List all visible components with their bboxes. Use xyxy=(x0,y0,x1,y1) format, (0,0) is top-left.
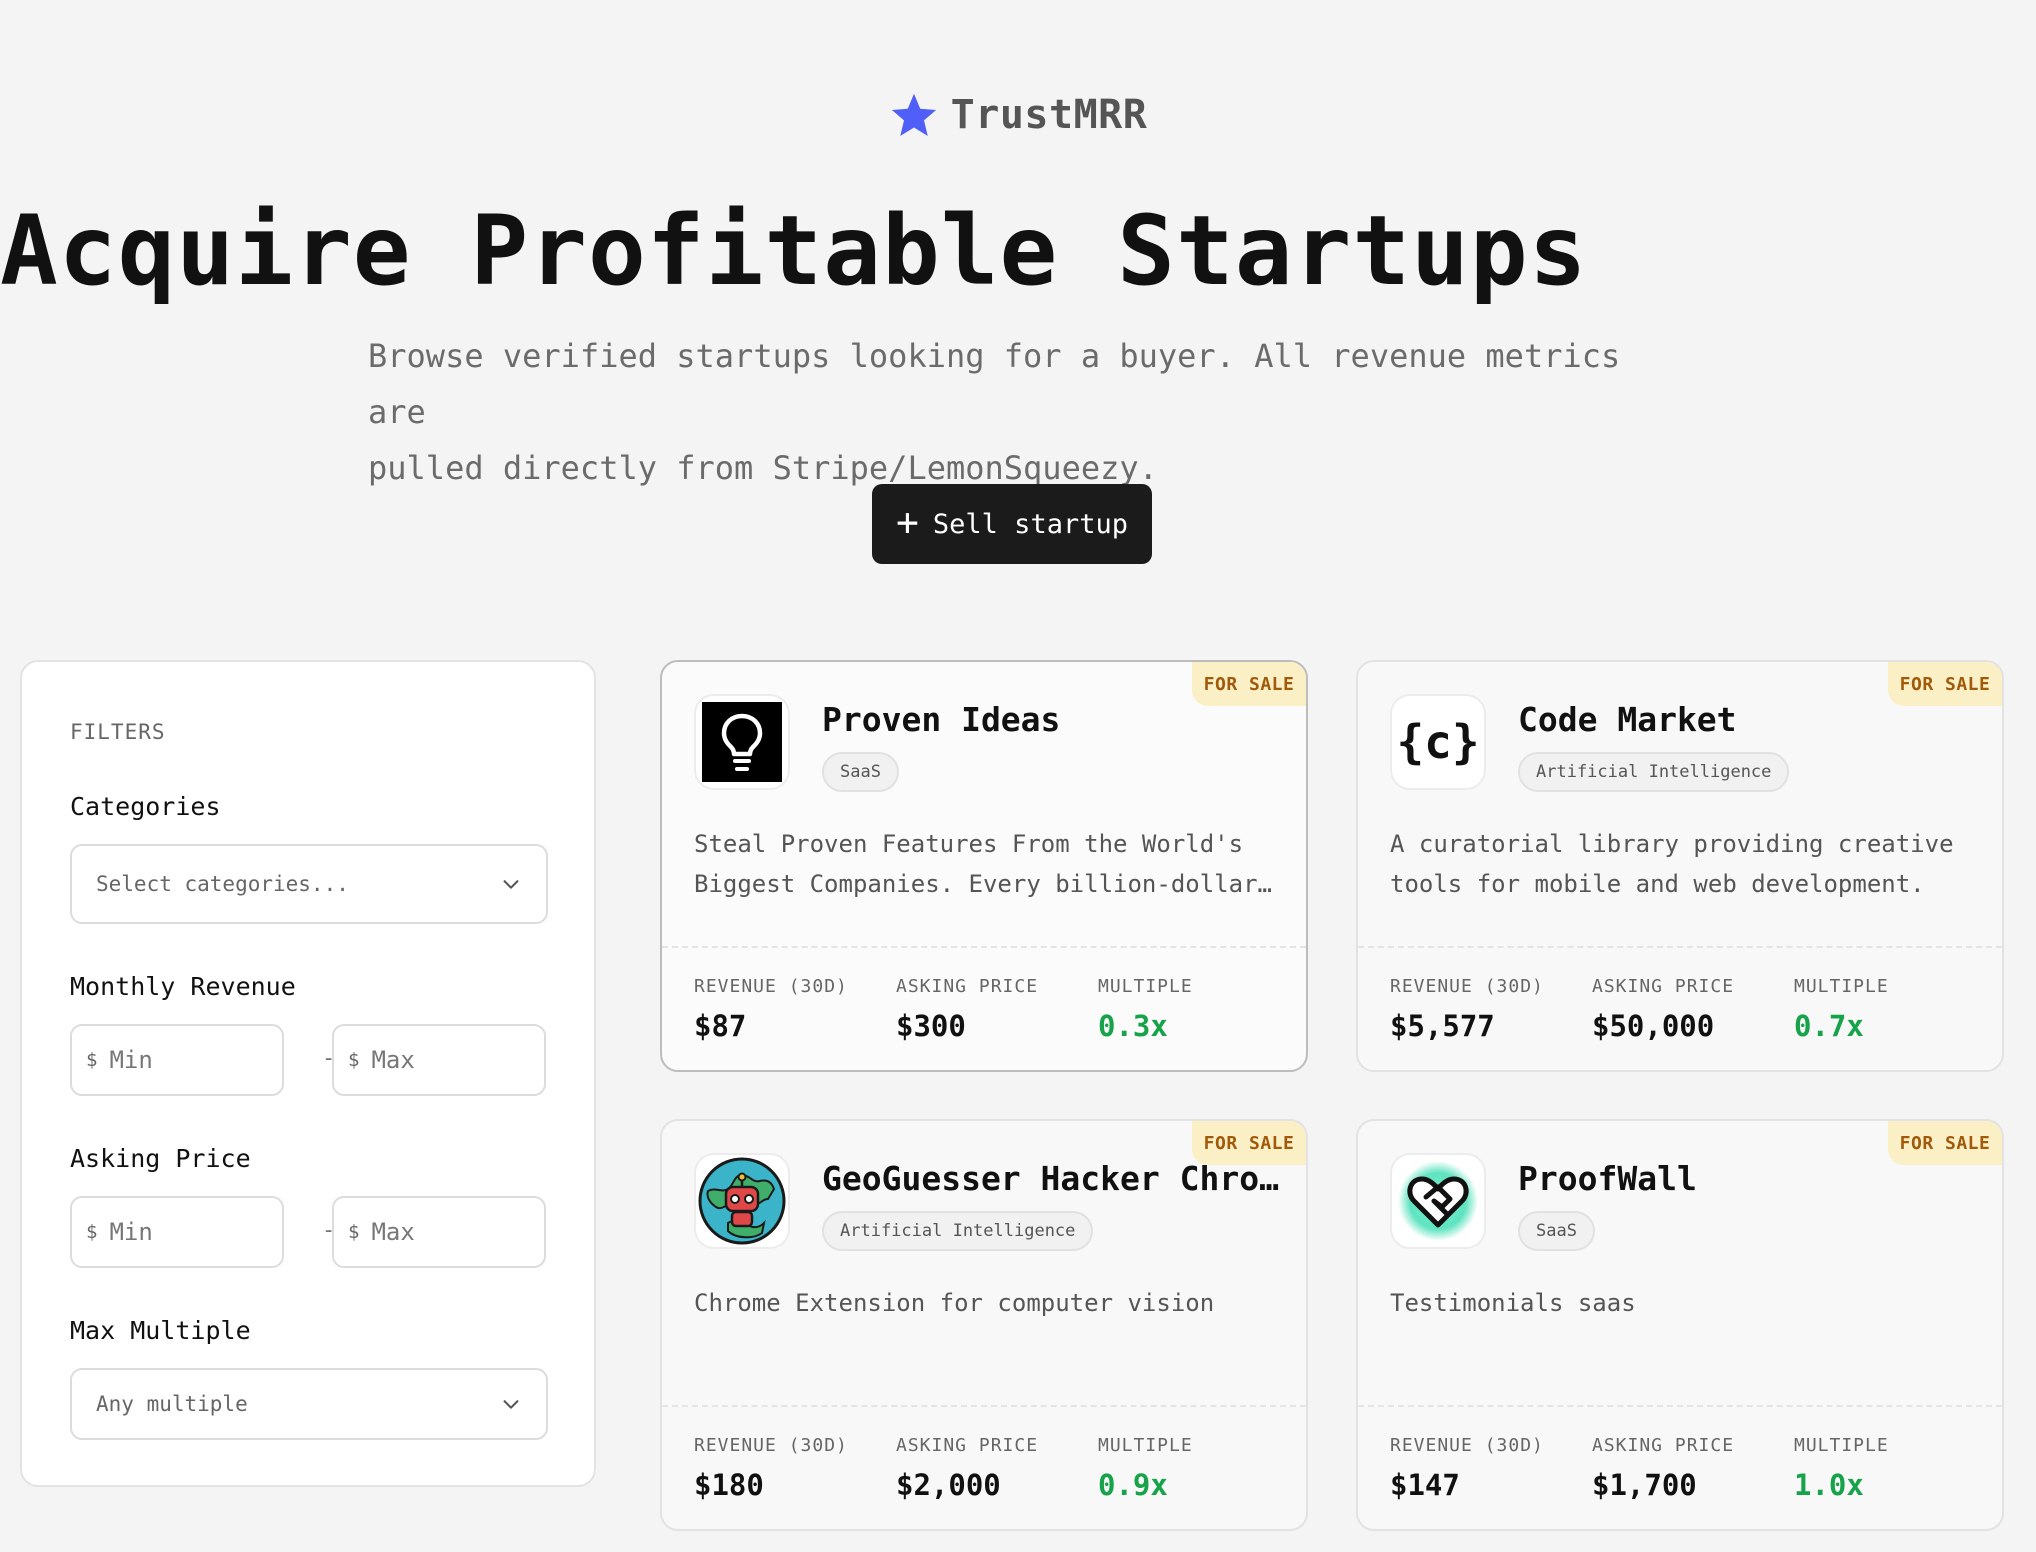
listing-name: Proven Ideas xyxy=(822,700,1061,739)
brand-name: TrustMRR xyxy=(950,92,1148,138)
multiple-value: 1.0x xyxy=(1794,1468,1864,1502)
max-placeholder: Max xyxy=(371,1046,415,1074)
asking-price-metric: ASKING PRICE $300 xyxy=(896,976,1038,1043)
listing-card[interactable]: FOR SALE GeoGuesser Hacker Chrome… Artif… xyxy=(660,1119,1308,1531)
asking-price-label: ASKING PRICE xyxy=(1592,1435,1735,1456)
revenue-label: REVENUE (30D) xyxy=(694,1435,848,1456)
revenue-metric: REVENUE (30D) $147 xyxy=(1390,1435,1544,1502)
asking-price-max-input[interactable]: $ Max xyxy=(332,1196,546,1268)
max-placeholder: Max xyxy=(371,1218,415,1246)
category-tag: Artificial Intelligence xyxy=(822,1211,1094,1251)
listing-name: Code Market xyxy=(1518,700,1737,739)
multiple-label: MULTIPLE xyxy=(1098,1435,1193,1456)
plus-icon: + xyxy=(896,500,919,544)
subtitle-line-1: Browse verified startups looking for a b… xyxy=(368,337,1621,431)
asking-price-label: Asking Price xyxy=(70,1144,251,1173)
listing-description: Testimonials saas xyxy=(1390,1289,1636,1317)
lightbulb-icon xyxy=(702,702,782,782)
asking-price-value: $300 xyxy=(896,1009,966,1043)
currency-symbol: $ xyxy=(86,1221,98,1243)
chevron-down-icon xyxy=(503,880,519,889)
currency-symbol: $ xyxy=(348,1049,360,1071)
multiple-metric: MULTIPLE 0.7x xyxy=(1794,976,1889,1043)
category-tag: SaaS xyxy=(822,752,899,792)
monthly-revenue-max-input[interactable]: $ Max xyxy=(332,1024,546,1096)
multiple-metric: MULTIPLE 0.9x xyxy=(1098,1435,1193,1502)
currency-symbol: $ xyxy=(348,1221,360,1243)
revenue-metric: REVENUE (30D) $5,577 xyxy=(1390,976,1544,1043)
asking-price-value: $50,000 xyxy=(1592,1009,1715,1043)
filters-heading: FILTERS xyxy=(70,720,166,744)
multiple-label: MULTIPLE xyxy=(1098,976,1193,997)
category-tag: SaaS xyxy=(1518,1211,1595,1251)
revenue-value: $5,577 xyxy=(1390,1009,1495,1043)
page-subtitle: Browse verified startups looking for a b… xyxy=(368,328,1668,496)
listing-logo xyxy=(694,1153,790,1249)
listing-card[interactable]: FOR SALE {c} Code Market Artificial Inte… xyxy=(1356,660,2004,1072)
listing-card[interactable]: FOR SALE ProofWall SaaS Testimonials saa… xyxy=(1356,1119,2004,1531)
star-icon xyxy=(891,93,936,137)
robot-globe-icon xyxy=(698,1157,786,1245)
listing-card[interactable]: FOR SALE Proven Ideas SaaS Steal Proven … xyxy=(660,660,1308,1072)
filters-panel: FILTERS Categories Select categories... … xyxy=(20,660,596,1487)
currency-symbol: $ xyxy=(86,1049,98,1071)
revenue-metric: REVENUE (30D) $180 xyxy=(694,1435,848,1502)
revenue-value: $87 xyxy=(694,1009,747,1043)
heart-handshake-icon xyxy=(1398,1161,1478,1241)
multiple-value: 0.7x xyxy=(1794,1009,1864,1043)
min-placeholder: Min xyxy=(109,1046,153,1074)
min-placeholder: Min xyxy=(109,1218,153,1246)
listing-description: Steal Proven Features From the World's B… xyxy=(694,830,1258,898)
multiple-value: 0.9x xyxy=(1098,1468,1168,1502)
chevron-down-icon xyxy=(503,1400,519,1409)
page-title: Acquire Profitable Startups xyxy=(0,195,1588,307)
listing-name: GeoGuesser Hacker Chrome… xyxy=(822,1159,1282,1198)
asking-price-metric: ASKING PRICE $1,700 xyxy=(1592,1435,1734,1502)
asking-price-min-input[interactable]: $ Min xyxy=(70,1196,284,1268)
multiple-label: MULTIPLE xyxy=(1794,976,1889,997)
revenue-value: $147 xyxy=(1390,1468,1460,1502)
divider xyxy=(1358,1405,2002,1407)
asking-price-value: $1,700 xyxy=(1592,1468,1697,1502)
listing-logo xyxy=(1390,1153,1486,1249)
brand[interactable]: TrustMRR xyxy=(0,90,2036,140)
max-multiple-label: Max Multiple xyxy=(70,1316,251,1345)
revenue-metric: REVENUE (30D) $87 xyxy=(694,976,848,1043)
category-tag: Artificial Intelligence xyxy=(1518,752,1790,792)
listing-description: A curatorial library providing creative … xyxy=(1390,830,1954,898)
multiple-metric: MULTIPLE 0.3x xyxy=(1098,976,1193,1043)
curly-braces-c-icon: {c} xyxy=(1396,715,1480,769)
divider xyxy=(1358,946,2002,948)
divider xyxy=(662,946,1306,948)
asking-price-metric: ASKING PRICE $2,000 xyxy=(896,1435,1038,1502)
divider xyxy=(662,1405,1306,1407)
monthly-revenue-min-input[interactable]: $ Min xyxy=(70,1024,284,1096)
asking-price-label: ASKING PRICE xyxy=(896,976,1039,997)
listing-description: Chrome Extension for computer vision xyxy=(694,1289,1215,1317)
revenue-label: REVENUE (30D) xyxy=(694,976,848,997)
asking-price-label: ASKING PRICE xyxy=(896,1435,1039,1456)
revenue-value: $180 xyxy=(694,1468,764,1502)
categories-placeholder: Select categories... xyxy=(96,872,349,896)
multiple-label: MULTIPLE xyxy=(1794,1435,1889,1456)
monthly-revenue-label: Monthly Revenue xyxy=(70,972,296,1001)
categories-label: Categories xyxy=(70,792,221,821)
asking-price-label: ASKING PRICE xyxy=(1592,976,1735,997)
sell-startup-button[interactable]: + Sell startup xyxy=(872,484,1152,564)
revenue-label: REVENUE (30D) xyxy=(1390,976,1544,997)
asking-price-metric: ASKING PRICE $50,000 xyxy=(1592,976,1734,1043)
categories-select[interactable]: Select categories... xyxy=(70,844,548,924)
max-multiple-select[interactable]: Any multiple xyxy=(70,1368,548,1440)
multiple-value: 0.3x xyxy=(1098,1009,1168,1043)
asking-price-value: $2,000 xyxy=(896,1468,1001,1502)
sell-startup-label: Sell startup xyxy=(932,508,1128,540)
listing-name: ProofWall xyxy=(1518,1159,1697,1198)
multiple-metric: MULTIPLE 1.0x xyxy=(1794,1435,1889,1502)
listing-logo: {c} xyxy=(1390,694,1486,790)
max-multiple-value: Any multiple xyxy=(96,1392,248,1416)
listing-logo xyxy=(694,694,790,790)
revenue-label: REVENUE (30D) xyxy=(1390,1435,1544,1456)
